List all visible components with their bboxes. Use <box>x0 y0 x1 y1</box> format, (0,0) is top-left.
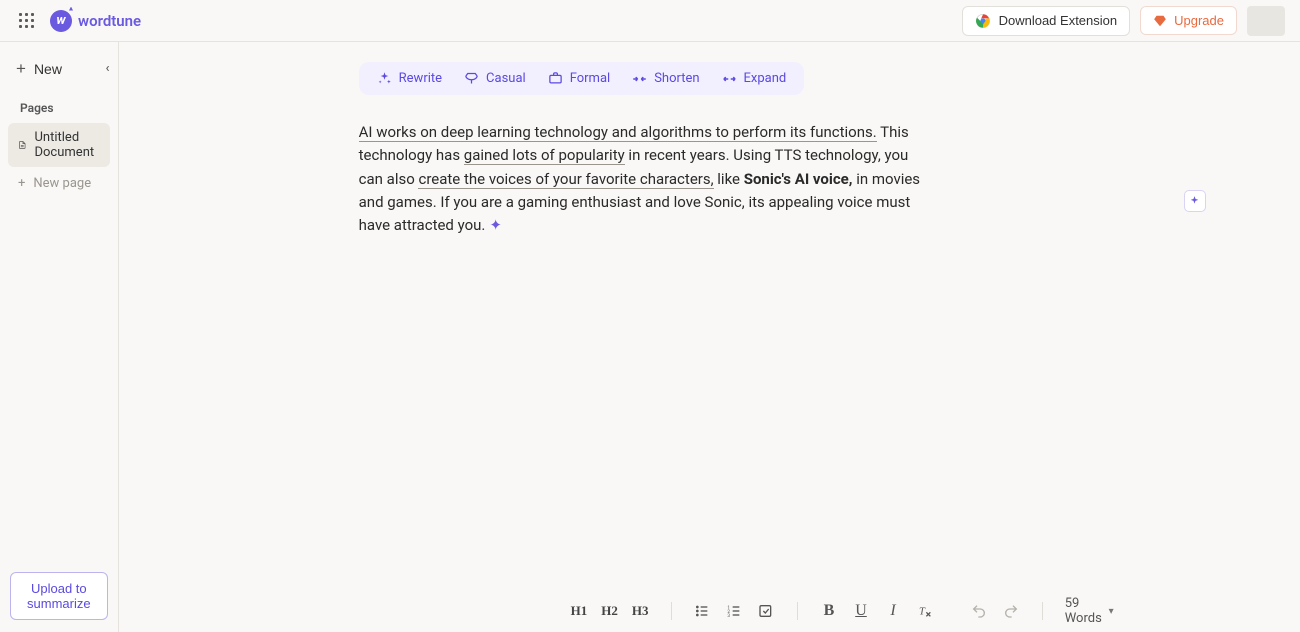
plus-icon: + <box>18 176 25 191</box>
clear-format-icon[interactable]: T <box>916 602 934 620</box>
word-count-label: 59 Words <box>1065 596 1103 626</box>
chevron-down-icon: ▾ <box>1109 606 1114 617</box>
ai-toolbar: Rewrite Casual Formal <box>359 62 805 95</box>
account-placeholder[interactable] <box>1247 6 1285 36</box>
bold-text: Sonic's AI voice, <box>744 170 853 188</box>
separator <box>671 602 672 620</box>
checklist-icon[interactable] <box>757 602 775 620</box>
brand-name: wordtune <box>78 12 141 30</box>
expand-label: Expand <box>744 71 787 86</box>
rewrite-button[interactable]: Rewrite <box>377 71 442 86</box>
separator <box>797 602 798 620</box>
casual-button[interactable]: Casual <box>464 71 526 86</box>
content-inner: Rewrite Casual Formal <box>119 42 1300 590</box>
download-extension-label: Download Extension <box>999 13 1118 28</box>
underline-icon[interactable]: U <box>852 602 870 620</box>
app-body: + New ‹‹ Pages Untitled Document + New p… <box>0 42 1300 632</box>
new-button[interactable]: + New <box>12 54 66 83</box>
formal-label: Formal <box>570 71 611 86</box>
sidebar: + New ‹‹ Pages Untitled Document + New p… <box>0 42 119 632</box>
numbered-list-icon[interactable]: 123 <box>725 602 743 620</box>
h1-button[interactable]: H1 <box>571 602 588 620</box>
sidebar-top: + New ‹‹ <box>0 54 118 83</box>
expand-icon <box>722 74 737 84</box>
sparkle-icon <box>377 71 392 86</box>
underlined-text: AI works on deep learning technology and… <box>359 123 877 142</box>
side-sparkle-button[interactable] <box>1184 190 1206 212</box>
brand-logo-mark: w <box>50 10 72 32</box>
download-extension-button[interactable]: Download Extension <box>962 6 1131 36</box>
pages-list: Untitled Document + New page <box>0 123 118 198</box>
pages-section-label: Pages <box>0 101 118 115</box>
heading-group: H1 H2 H3 <box>571 602 649 620</box>
sidebar-page-item[interactable]: Untitled Document <box>8 123 110 167</box>
history-group <box>970 602 1020 620</box>
shorten-button[interactable]: Shorten <box>632 71 699 86</box>
upload-summarize-button[interactable]: Upload to summarize <box>10 572 108 620</box>
format-group: B U I T <box>820 602 934 620</box>
bullet-list-icon[interactable] <box>693 602 711 620</box>
app-header: w wordtune Download Extension Upgrade <box>0 0 1300 42</box>
casual-label: Casual <box>486 71 526 86</box>
underlined-text: create the voices of your favorite chara… <box>418 170 713 189</box>
page-item-label: Untitled Document <box>34 130 99 160</box>
content-area: Rewrite Casual Formal <box>119 42 1300 632</box>
formal-button[interactable]: Formal <box>548 71 611 86</box>
brand-logo[interactable]: w wordtune <box>50 10 141 32</box>
new-button-label: New <box>34 61 62 77</box>
upgrade-label: Upgrade <box>1174 13 1224 28</box>
italic-icon[interactable]: I <box>884 602 902 620</box>
doc-text: like <box>714 170 744 188</box>
header-right: Download Extension Upgrade <box>962 6 1285 36</box>
redo-icon[interactable] <box>1002 602 1020 620</box>
casual-icon <box>464 71 479 86</box>
plus-icon: + <box>16 60 26 77</box>
expand-button[interactable]: Expand <box>722 71 787 86</box>
upgrade-button[interactable]: Upgrade <box>1140 6 1237 35</box>
h3-button[interactable]: H3 <box>632 602 649 620</box>
svg-text:3: 3 <box>728 613 731 619</box>
bold-icon[interactable]: B <box>820 602 838 620</box>
diamond-icon <box>1153 14 1167 28</box>
briefcase-icon <box>548 71 563 86</box>
new-page-label: New page <box>33 176 91 191</box>
word-count[interactable]: 59 Words ▾ <box>1065 596 1114 626</box>
rewrite-label: Rewrite <box>399 71 442 86</box>
underlined-text: gained lots of popularity <box>464 146 625 165</box>
svg-text:T: T <box>919 606 926 617</box>
new-page-button[interactable]: + New page <box>8 169 110 198</box>
list-group: 123 <box>693 602 775 620</box>
shorten-icon <box>632 74 647 84</box>
h2-button[interactable]: H2 <box>601 602 618 620</box>
document-text[interactable]: AI works on deep learning technology and… <box>359 121 931 237</box>
document-icon <box>18 137 26 153</box>
bottom-toolbar: H1 H2 H3 123 B U I <box>119 590 1300 632</box>
shorten-label: Shorten <box>654 71 699 86</box>
apps-grid-icon[interactable] <box>15 9 38 32</box>
inline-sparkle-icon[interactable]: ✦ <box>489 216 502 234</box>
undo-icon[interactable] <box>970 602 988 620</box>
header-left: w wordtune <box>15 9 141 32</box>
chrome-icon <box>975 13 991 29</box>
separator <box>1042 602 1043 620</box>
